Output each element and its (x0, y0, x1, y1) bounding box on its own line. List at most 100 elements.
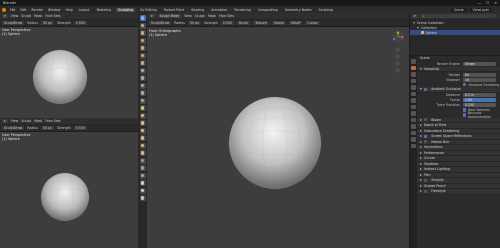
cursor-panel-button[interactable]: Cursor (305, 21, 320, 25)
transform-tool[interactable] (139, 187, 146, 194)
thumb-tool[interactable] (139, 127, 146, 134)
main-strength-field[interactable]: 0.500 (220, 21, 234, 25)
blender-logo-icon[interactable] (2, 7, 6, 12)
menu-sculpt[interactable]: Sculpt (21, 14, 31, 18)
main-menu-mask[interactable]: Mask (208, 14, 216, 18)
clay-tool[interactable] (139, 30, 146, 36)
mode-selector[interactable]: Sculpt Mode (157, 14, 182, 18)
scrape-tool[interactable] (139, 97, 146, 104)
menu-view-2[interactable]: View (11, 119, 19, 123)
pan-hand-icon[interactable] (395, 54, 400, 59)
viewport-canvas-2[interactable]: User Perspective (1) Sphere (0, 132, 138, 248)
tab-animation[interactable]: Animation (209, 8, 229, 12)
tab-texture-paint[interactable]: Texture Paint (162, 8, 187, 12)
menu-help[interactable]: Help (64, 8, 73, 12)
world-tab-icon[interactable] (411, 91, 416, 96)
modifier-tab-icon[interactable] (411, 104, 416, 109)
simplify-checkbox[interactable] (424, 178, 428, 182)
flatten-tool[interactable] (139, 82, 146, 89)
stroke-panel-button[interactable]: Stroke (271, 21, 286, 25)
menu-render[interactable]: Render (31, 8, 44, 12)
main-menu-sculpt[interactable]: Sculpt (195, 14, 205, 18)
scene-tab-icon[interactable] (411, 85, 416, 90)
ao-distance-field[interactable]: 0.2 m (463, 93, 496, 97)
move-tool[interactable] (139, 180, 146, 186)
brush-selector-2[interactable]: SculptDraw (2, 126, 25, 130)
snake-hook-tool[interactable] (139, 120, 146, 126)
menu-face-sets-2[interactable]: Face Sets (45, 119, 60, 123)
menu-edit[interactable]: Edit (19, 8, 27, 12)
draw-brush-tool[interactable] (139, 15, 146, 21)
data-tab-icon[interactable] (411, 130, 416, 135)
mask-tool[interactable] (139, 157, 146, 164)
tab-scripting[interactable]: Scripting (317, 8, 335, 12)
strength-field-2[interactable]: 0.500 (73, 126, 87, 130)
editor-type-button[interactable]: ▾ (2, 14, 8, 18)
pose-tool[interactable] (139, 135, 146, 141)
editor-type-button-2[interactable]: ▾ (2, 119, 8, 123)
brush-selector[interactable]: SculptDraw (2, 21, 25, 25)
zoom-icon[interactable] (395, 47, 400, 52)
fill-tool[interactable] (139, 90, 146, 96)
box-mask-tool[interactable] (139, 165, 146, 171)
ao-factor-field[interactable]: 1.00 (463, 98, 496, 102)
camera-view-icon[interactable] (395, 61, 400, 66)
render-engine-dropdown[interactable]: Eevee (463, 62, 496, 66)
ambient-occlusion-checkbox[interactable] (424, 87, 428, 91)
main-radius-field[interactable]: 50 px (187, 21, 201, 25)
clay-strips-tool[interactable] (139, 37, 146, 44)
tab-uv-editing[interactable]: UV Editing (138, 8, 159, 12)
tab-shading[interactable]: Shading (189, 8, 206, 12)
menu-view[interactable]: View (11, 14, 19, 18)
freestyle-checkbox[interactable] (424, 189, 428, 193)
menu-file[interactable]: File (9, 8, 16, 12)
tool-tab-icon[interactable] (411, 59, 416, 64)
tab-rendering[interactable]: Rendering (232, 8, 252, 12)
annotate-tool[interactable] (139, 195, 146, 201)
tab-sculpting[interactable]: Sculpting (116, 7, 135, 12)
main-editor-type-button[interactable]: ▾ (149, 14, 155, 18)
main-viewport-canvas[interactable]: Front Orthographic (1) Sphere (147, 27, 409, 248)
bloom-checkbox[interactable] (424, 118, 428, 122)
section-freestyle[interactable]: Freestyle (417, 189, 500, 195)
render-samples-field[interactable]: 64 (463, 72, 496, 77)
constraints-tab-icon[interactable] (411, 124, 416, 129)
smooth-tool[interactable] (139, 75, 146, 81)
face-set-tool[interactable] (139, 172, 146, 179)
menu-mask-2[interactable]: Mask (34, 119, 42, 123)
main-menu-view[interactable]: View (184, 14, 192, 18)
ssr-checkbox[interactable] (424, 134, 428, 138)
ao-trace-field[interactable]: 0.250 (463, 103, 496, 107)
scene-field[interactable]: Scene (450, 7, 467, 12)
outliner-editor-type-button[interactable]: ▾ (412, 14, 418, 18)
brush-panel-button[interactable]: Brush (236, 21, 251, 25)
menu-face-sets[interactable]: Face Sets (45, 14, 60, 18)
inflate-tool[interactable] (139, 52, 146, 59)
rotate-tool[interactable] (139, 150, 146, 156)
tab-layout[interactable]: Layout (77, 8, 92, 12)
main-menu-face-sets[interactable]: Face Sets (219, 14, 234, 18)
expand-icon[interactable] (413, 21, 415, 24)
object-tab-icon[interactable] (411, 98, 416, 103)
output-tab-icon[interactable] (411, 72, 416, 77)
viewport-denoising-checkbox[interactable] (463, 82, 467, 87)
tab-modeling[interactable]: Modeling (95, 8, 114, 12)
crease-tool[interactable] (139, 67, 146, 74)
motion-blur-checkbox[interactable] (424, 140, 428, 144)
outliner-row-sphere[interactable]: Sphere (410, 30, 500, 35)
grab-tool[interactable] (139, 112, 146, 119)
maximize-button[interactable]: ☐ (486, 1, 489, 5)
layer-tool[interactable] (139, 45, 146, 51)
texture-panel-button[interactable]: Texture (253, 21, 269, 25)
minimize-button[interactable]: — (478, 1, 481, 5)
radius-field-2[interactable]: 50 px (40, 126, 54, 130)
bent-normals-checkbox[interactable] (463, 108, 467, 112)
tab-compositing[interactable]: Compositing (256, 8, 280, 12)
blob-tool[interactable] (139, 60, 146, 66)
physics-tab-icon[interactable] (411, 117, 416, 122)
draw-sharp-tool[interactable] (139, 22, 146, 29)
strength-field[interactable]: 0.500 (73, 21, 87, 25)
material-tab-icon[interactable] (411, 137, 416, 142)
radius-field[interactable]: 50 px (40, 21, 54, 25)
navigation-gizmo-icon[interactable] (391, 30, 405, 44)
